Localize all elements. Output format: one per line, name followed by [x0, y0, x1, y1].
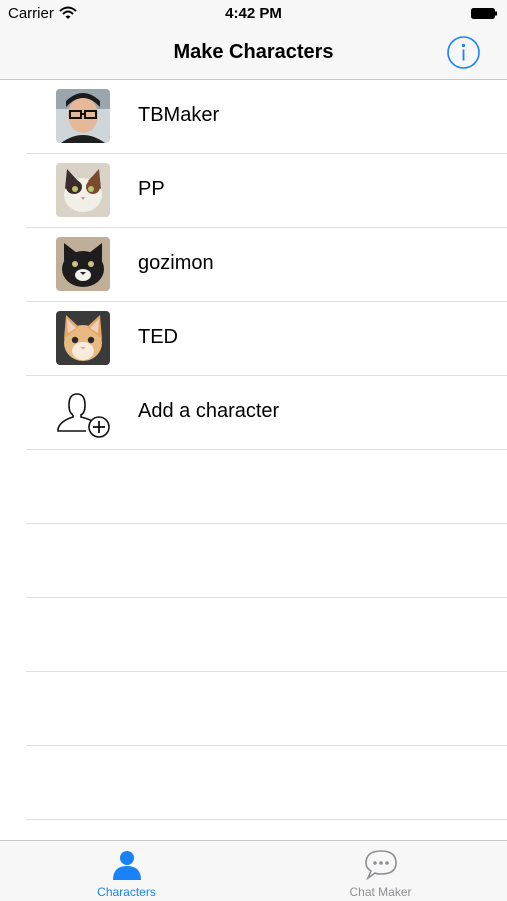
person-icon	[113, 851, 141, 880]
avatar-pp	[56, 163, 110, 217]
tab-label: Characters	[97, 885, 156, 899]
status-bar: Carrier 4:42 PM	[0, 0, 507, 28]
character-list: TBMaker PP gozimon TED Add a character	[0, 80, 507, 820]
empty-row	[26, 524, 507, 598]
character-name: gozimon	[138, 252, 214, 274]
character-name: TED	[138, 326, 178, 348]
info-icon[interactable]	[447, 36, 480, 69]
add-user-icon	[57, 393, 110, 438]
avatar-ted	[56, 311, 110, 365]
character-name: TBMaker	[138, 104, 220, 126]
character-row-ted[interactable]: TED	[26, 302, 507, 376]
character-row-pp[interactable]: PP	[26, 154, 507, 228]
chat-bubble-icon	[365, 850, 397, 881]
empty-row	[26, 746, 507, 820]
character-row-gozimon[interactable]: gozimon	[26, 228, 507, 302]
tab-bar: Characters Chat Maker	[0, 840, 507, 901]
character-row-tbmaker[interactable]: TBMaker	[26, 80, 507, 154]
avatar-tbmaker	[56, 89, 110, 143]
tab-label: Chat Maker	[349, 885, 412, 899]
empty-row	[26, 672, 507, 746]
page-title: Make Characters	[173, 41, 334, 63]
avatar-gozimon	[56, 237, 110, 291]
add-character-row[interactable]: Add a character	[26, 376, 507, 450]
battery-icon	[471, 8, 497, 19]
tab-characters[interactable]: Characters	[0, 841, 253, 901]
character-name: PP	[138, 178, 165, 200]
add-character-label: Add a character	[138, 400, 280, 422]
navigation-bar: Make Characters	[0, 28, 507, 80]
tab-chat-maker[interactable]: Chat Maker	[254, 841, 507, 901]
empty-row	[26, 598, 507, 672]
status-time: 4:42 PM	[225, 5, 282, 22]
empty-row	[26, 450, 507, 524]
